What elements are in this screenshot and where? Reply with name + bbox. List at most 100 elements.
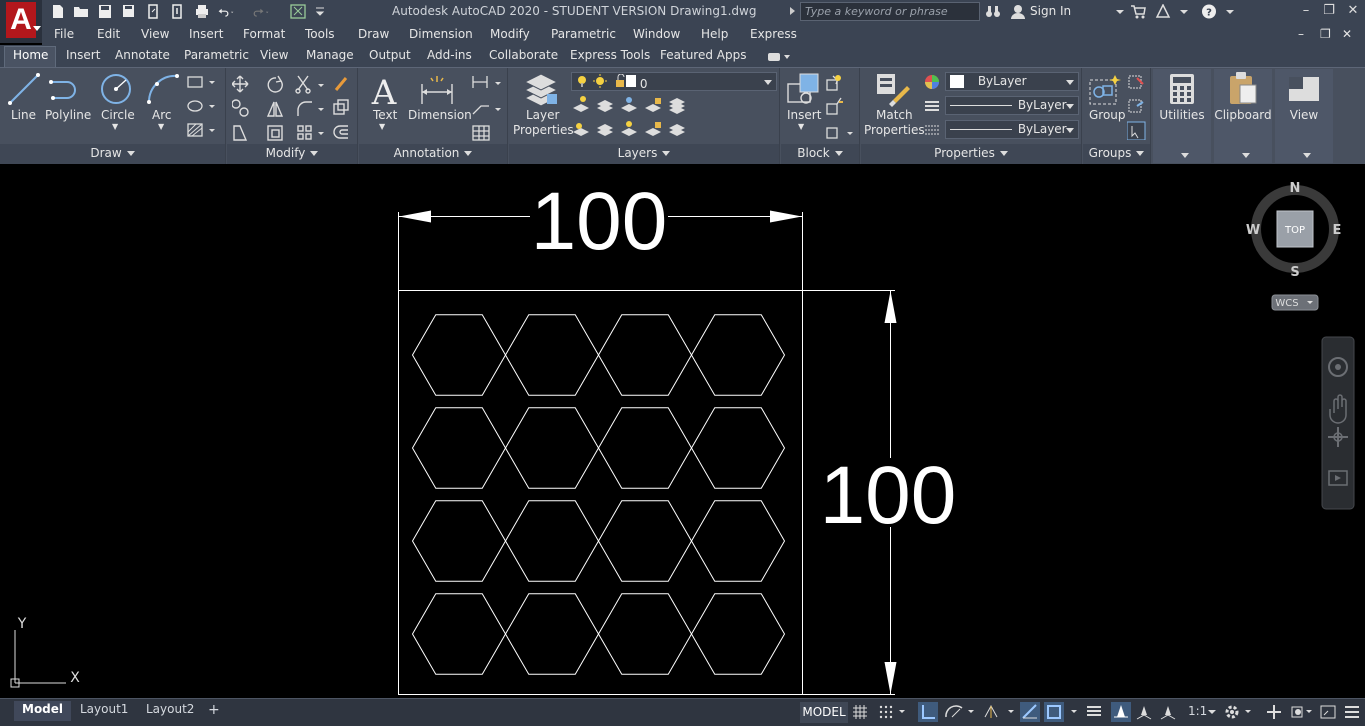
qat-dropdown-icon[interactable] <box>312 4 325 19</box>
menu-view[interactable]: View <box>141 27 169 41</box>
search-input[interactable]: Type a keyword or phrase <box>800 2 980 21</box>
view-panel[interactable]: View <box>1275 69 1333 163</box>
doc-minimize-icon[interactable]: – <box>1298 27 1304 41</box>
annotation-tools-icon[interactable] <box>471 74 503 144</box>
save-icon[interactable] <box>97 4 113 19</box>
tab-home[interactable]: Home <box>13 48 48 62</box>
doc-restore-icon[interactable]: ❐ <box>1320 27 1331 41</box>
dimension-button[interactable]: Dimension <box>408 108 472 122</box>
ellipse-icon[interactable] <box>186 98 216 114</box>
open-web-icon[interactable] <box>146 4 162 19</box>
tab-view[interactable]: View <box>260 48 288 62</box>
hexagon[interactable] <box>690 593 786 675</box>
vertical-dimension[interactable]: 100 <box>398 290 957 695</box>
menu-tools[interactable]: Tools <box>305 27 335 41</box>
drawing-canvas[interactable]: 100 100 Y X TOP N S E W WCS <box>0 165 1365 698</box>
restore-icon[interactable]: ❐ <box>1321 3 1337 19</box>
scale-dropdown-icon[interactable] <box>1206 704 1218 720</box>
hatch-icon[interactable] <box>186 122 216 138</box>
arc-icon[interactable] <box>145 72 181 106</box>
tab-output[interactable]: Output <box>369 48 411 62</box>
tab-model[interactable]: Model <box>14 701 72 721</box>
hexagon[interactable] <box>411 407 507 489</box>
color-dropdown[interactable]: ByLayer <box>945 72 1079 91</box>
plot-icon[interactable] <box>194 4 210 19</box>
grid-icon[interactable] <box>852 704 868 720</box>
compass-w[interactable]: W <box>1246 223 1260 238</box>
hexagon[interactable] <box>690 314 786 396</box>
hexagon[interactable] <box>411 593 507 675</box>
help-icon[interactable]: ? <box>1201 4 1217 19</box>
circle-button[interactable]: Circle <box>101 108 135 122</box>
tab-express-tools[interactable]: Express Tools <box>570 48 650 62</box>
menu-file[interactable]: File <box>54 27 74 41</box>
hexagon[interactable] <box>504 407 600 489</box>
insert-button[interactable]: Insert <box>787 108 821 122</box>
binoculars-icon[interactable] <box>985 4 1001 19</box>
tab-insert[interactable]: Insert <box>66 48 100 62</box>
text-dropdown-icon[interactable]: ▼ <box>379 122 385 131</box>
tab-parametric[interactable]: Parametric <box>184 48 249 62</box>
snap-icon[interactable] <box>878 704 906 720</box>
apps-dropdown-icon[interactable] <box>1176 4 1188 19</box>
line-button[interactable]: Line <box>11 108 36 122</box>
tab-collaborate[interactable]: Collaborate <box>489 48 558 62</box>
groups-panel-label[interactable]: Groups <box>1083 144 1150 164</box>
utilities-panel[interactable]: Utilities <box>1153 69 1211 163</box>
tab-featured-apps[interactable]: Featured Apps <box>660 48 746 62</box>
hexagon[interactable] <box>597 407 693 489</box>
sign-in-button[interactable]: Sign In <box>1030 4 1071 18</box>
tab-add-ins[interactable]: Add-ins <box>427 48 472 62</box>
hexagon[interactable] <box>597 314 693 396</box>
navigation-bar[interactable] <box>1321 336 1355 510</box>
hexagon[interactable] <box>597 500 693 582</box>
arc-button[interactable]: Arc <box>152 108 171 122</box>
minimize-icon[interactable]: – <box>1298 3 1314 19</box>
circle-dropdown-icon[interactable]: ▼ <box>112 122 118 131</box>
object-snap-icon[interactable] <box>1044 702 1080 722</box>
share-icon[interactable] <box>290 4 306 19</box>
insert-dropdown-icon[interactable]: ▼ <box>798 122 804 131</box>
lineweight-dropdown[interactable]: ByLayer <box>945 120 1079 139</box>
match-properties-icon[interactable] <box>875 72 911 108</box>
polyline-button[interactable]: Polyline <box>45 108 91 122</box>
modify-panel-label[interactable]: Modify <box>227 144 357 164</box>
save-web-icon[interactable] <box>170 4 186 19</box>
text-button[interactable]: Text <box>373 108 397 122</box>
layer-properties-icon[interactable] <box>523 72 559 106</box>
menu-format[interactable]: Format <box>243 27 285 41</box>
compass-e[interactable]: E <box>1333 223 1342 238</box>
drawing-area[interactable]: 100 100 Y X TOP N S E W WCS <box>0 165 1365 698</box>
auto-scale-icon[interactable] <box>1136 704 1152 720</box>
isodraft-icon[interactable] <box>982 704 1018 720</box>
compass-n[interactable]: N <box>1290 181 1301 196</box>
ortho-icon[interactable] <box>918 702 938 722</box>
undo-icon[interactable] <box>218 4 244 19</box>
group-button[interactable]: Group <box>1089 108 1126 122</box>
save-as-icon[interactable] <box>121 4 137 19</box>
cart-icon[interactable] <box>1130 4 1146 19</box>
draw-panel-label[interactable]: Draw <box>0 144 225 164</box>
model-space-button[interactable]: MODEL <box>800 702 848 723</box>
layer-dropdown[interactable]: 0 <box>571 72 777 91</box>
tab-layout2[interactable]: Layout2 <box>138 701 202 721</box>
arc-dropdown-icon[interactable]: ▼ <box>158 122 164 131</box>
menu-help[interactable]: Help <box>701 27 728 41</box>
close-icon[interactable]: ✕ <box>1345 3 1361 19</box>
hexagon[interactable] <box>411 500 507 582</box>
dimension-icon[interactable] <box>419 74 455 106</box>
tab-layout1[interactable]: Layout1 <box>72 701 136 721</box>
open-icon[interactable] <box>73 4 89 19</box>
hexagon[interactable] <box>411 314 507 396</box>
menu-express[interactable]: Express <box>750 27 797 41</box>
text-icon[interactable]: A <box>367 72 401 108</box>
user-icon[interactable] <box>1010 4 1026 19</box>
block-panel-label[interactable]: Block <box>781 144 859 164</box>
clipboard-panel[interactable]: Clipboard <box>1214 69 1272 163</box>
help-dropdown-icon[interactable] <box>1222 4 1234 19</box>
hexagon[interactable] <box>690 500 786 582</box>
workspace-gear-icon[interactable] <box>1224 704 1254 720</box>
sign-in-dropdown-icon[interactable] <box>1112 4 1124 19</box>
block-tools-icon[interactable] <box>825 74 855 142</box>
properties-panel-label[interactable]: Properties <box>861 144 1081 164</box>
